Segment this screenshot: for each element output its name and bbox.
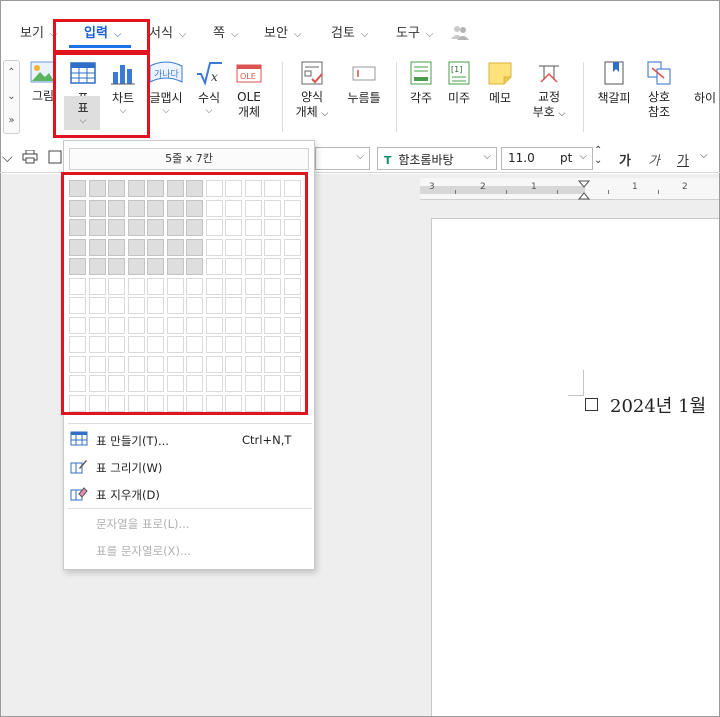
chevron-down-icon[interactable]: ⌵ xyxy=(700,150,708,161)
draw-table-item[interactable]: 표 그리기(W) xyxy=(70,458,300,478)
ruler-number: 2 xyxy=(480,182,486,192)
tab-view[interactable]: 보기 ⌵ xyxy=(20,22,58,48)
chevron-down-icon: ⌵ xyxy=(205,106,213,116)
hyperlink-icon xyxy=(694,60,720,86)
chevron-down-icon: ⌵ xyxy=(483,151,491,162)
menu-separator xyxy=(68,423,312,424)
table-eraser-icon xyxy=(70,485,88,504)
formula-button[interactable]: x 수식 ⌵ xyxy=(192,60,226,116)
click-field-button[interactable]: 누름틀 xyxy=(344,60,384,106)
ruler-tick xyxy=(506,190,507,194)
menu-separator xyxy=(68,508,312,509)
crop-mark xyxy=(583,370,584,396)
ruler-tick xyxy=(455,190,456,194)
checkbox-glyph xyxy=(585,398,598,411)
font-size-input[interactable]: 11.0 pt ⌵ xyxy=(501,147,593,170)
chevron-up-icon[interactable]: ⌃ xyxy=(4,61,19,85)
bold-button[interactable]: 가 xyxy=(619,150,631,169)
tab-review[interactable]: 검토 ⌵ xyxy=(331,22,369,48)
chevron-down-icon: ⌵ xyxy=(360,29,369,40)
glyph-icon: 가나다 xyxy=(149,61,183,83)
glyph-button[interactable]: 가나다 글맵시 ⌵ xyxy=(147,60,185,116)
ruler-tick xyxy=(658,190,659,194)
chevron-down-icon: ⌵ xyxy=(356,151,364,162)
preview-icon[interactable] xyxy=(48,150,62,168)
form-object-icon xyxy=(301,61,323,85)
formula-icon: x xyxy=(197,62,222,86)
chevron-down-icon: ⌵ xyxy=(579,151,587,162)
document-page[interactable] xyxy=(431,218,719,716)
footnote-icon xyxy=(410,61,432,85)
endnote-button[interactable]: [1] 미주 xyxy=(444,60,474,106)
ole-object-button[interactable]: OLE OLE 개체 xyxy=(233,60,265,120)
crop-mark xyxy=(568,395,584,396)
proofreading-mark-button[interactable]: 교정 부호 ⌵ xyxy=(529,60,569,122)
cross-reference-icon xyxy=(647,61,671,85)
table-draw-icon xyxy=(70,458,88,477)
chevron-down-icon: ⌵ xyxy=(293,29,302,40)
form-object-button[interactable]: 양식 개체 ⌵ xyxy=(294,60,330,122)
footnote-button[interactable]: 각주 xyxy=(406,60,436,106)
hyperlink-button[interactable]: 하이 xyxy=(694,60,720,106)
text-to-table-item: 문자열을 표로(L)... xyxy=(96,517,190,531)
ruler-margin-shade xyxy=(420,186,585,194)
style-select[interactable]: ⌵ xyxy=(315,147,370,170)
tab-tools[interactable]: 도구 ⌵ xyxy=(396,22,434,48)
chevron-down-icon: ⌵ xyxy=(425,29,434,40)
bookmark-icon xyxy=(604,61,624,85)
svg-text:x: x xyxy=(211,70,218,84)
highlight-insert-tab xyxy=(53,19,150,53)
cross-reference-button[interactable]: 상호 참조 xyxy=(642,60,676,120)
chevron-down-icon: ⌵ xyxy=(321,109,329,119)
ribbon-separator xyxy=(396,62,397,132)
chevron-down-icon: ⌵ xyxy=(178,29,187,40)
table-to-text-item: 표를 문자열로(X)... xyxy=(96,544,191,558)
truetype-font-icon: T xyxy=(384,154,392,167)
tab-format[interactable]: 서식 ⌵ xyxy=(149,22,187,48)
ruler-number: 1 xyxy=(632,182,638,192)
italic-button[interactable]: 가 xyxy=(648,150,660,169)
chevron-down-icon[interactable]: ⌄ xyxy=(4,85,19,109)
make-table-item[interactable]: 표 만들기(T)... Ctrl+N,T xyxy=(70,431,300,451)
underline-button[interactable]: 가 xyxy=(677,150,689,169)
ribbon-separator xyxy=(282,62,283,132)
table-size-label: 5줄 x 7칸 xyxy=(69,148,309,170)
table-eraser-item[interactable]: 표 지우개(D) xyxy=(70,485,300,505)
tab-security[interactable]: 보안 ⌵ xyxy=(264,22,302,48)
ole-icon: OLE xyxy=(236,64,262,83)
font-name-select[interactable]: T 함초롬바탕 ⌵ xyxy=(377,147,497,170)
endnote-icon: [1] xyxy=(448,61,470,85)
chevron-down-icon: ⌵ xyxy=(230,29,239,40)
chevron-down-icon: ⌵ xyxy=(558,109,566,119)
ruler-number: 2 xyxy=(682,182,688,192)
document-text[interactable]: 2024년 1월 xyxy=(610,392,706,418)
ruler-tick xyxy=(608,190,609,194)
highlight-table-button xyxy=(53,52,150,138)
table-create-icon xyxy=(70,431,88,450)
double-chevron-down-icon[interactable]: » xyxy=(4,109,19,133)
indent-marker-icon[interactable] xyxy=(577,180,591,203)
ribbon-scroll-control[interactable]: ⌃ ⌄ » xyxy=(3,60,20,134)
bookmark-button[interactable]: 책갈피 xyxy=(594,60,634,106)
printer-icon[interactable] xyxy=(22,149,38,168)
people-icon[interactable] xyxy=(451,24,469,43)
proofreading-mark-icon xyxy=(539,65,559,83)
memo-button[interactable]: 메모 xyxy=(484,60,516,106)
size-stepper[interactable]: ⌃ ⌄ xyxy=(594,146,602,166)
svg-text:OLE: OLE xyxy=(240,72,256,81)
highlight-table-grid xyxy=(61,172,308,415)
chevron-down-icon[interactable]: ⌵ xyxy=(2,150,13,166)
ruler-number: 1 xyxy=(531,182,537,192)
chevron-down-icon: ⌵ xyxy=(162,106,170,116)
click-field-icon xyxy=(352,66,376,81)
ribbon-separator xyxy=(583,62,584,132)
memo-icon xyxy=(488,62,512,85)
tab-page[interactable]: 쪽 ⌵ xyxy=(213,22,239,48)
ruler-number: 3 xyxy=(429,182,435,192)
svg-text:[1]: [1] xyxy=(451,65,462,74)
ruler-tick xyxy=(557,190,558,194)
svg-text:가나다: 가나다 xyxy=(154,69,180,80)
